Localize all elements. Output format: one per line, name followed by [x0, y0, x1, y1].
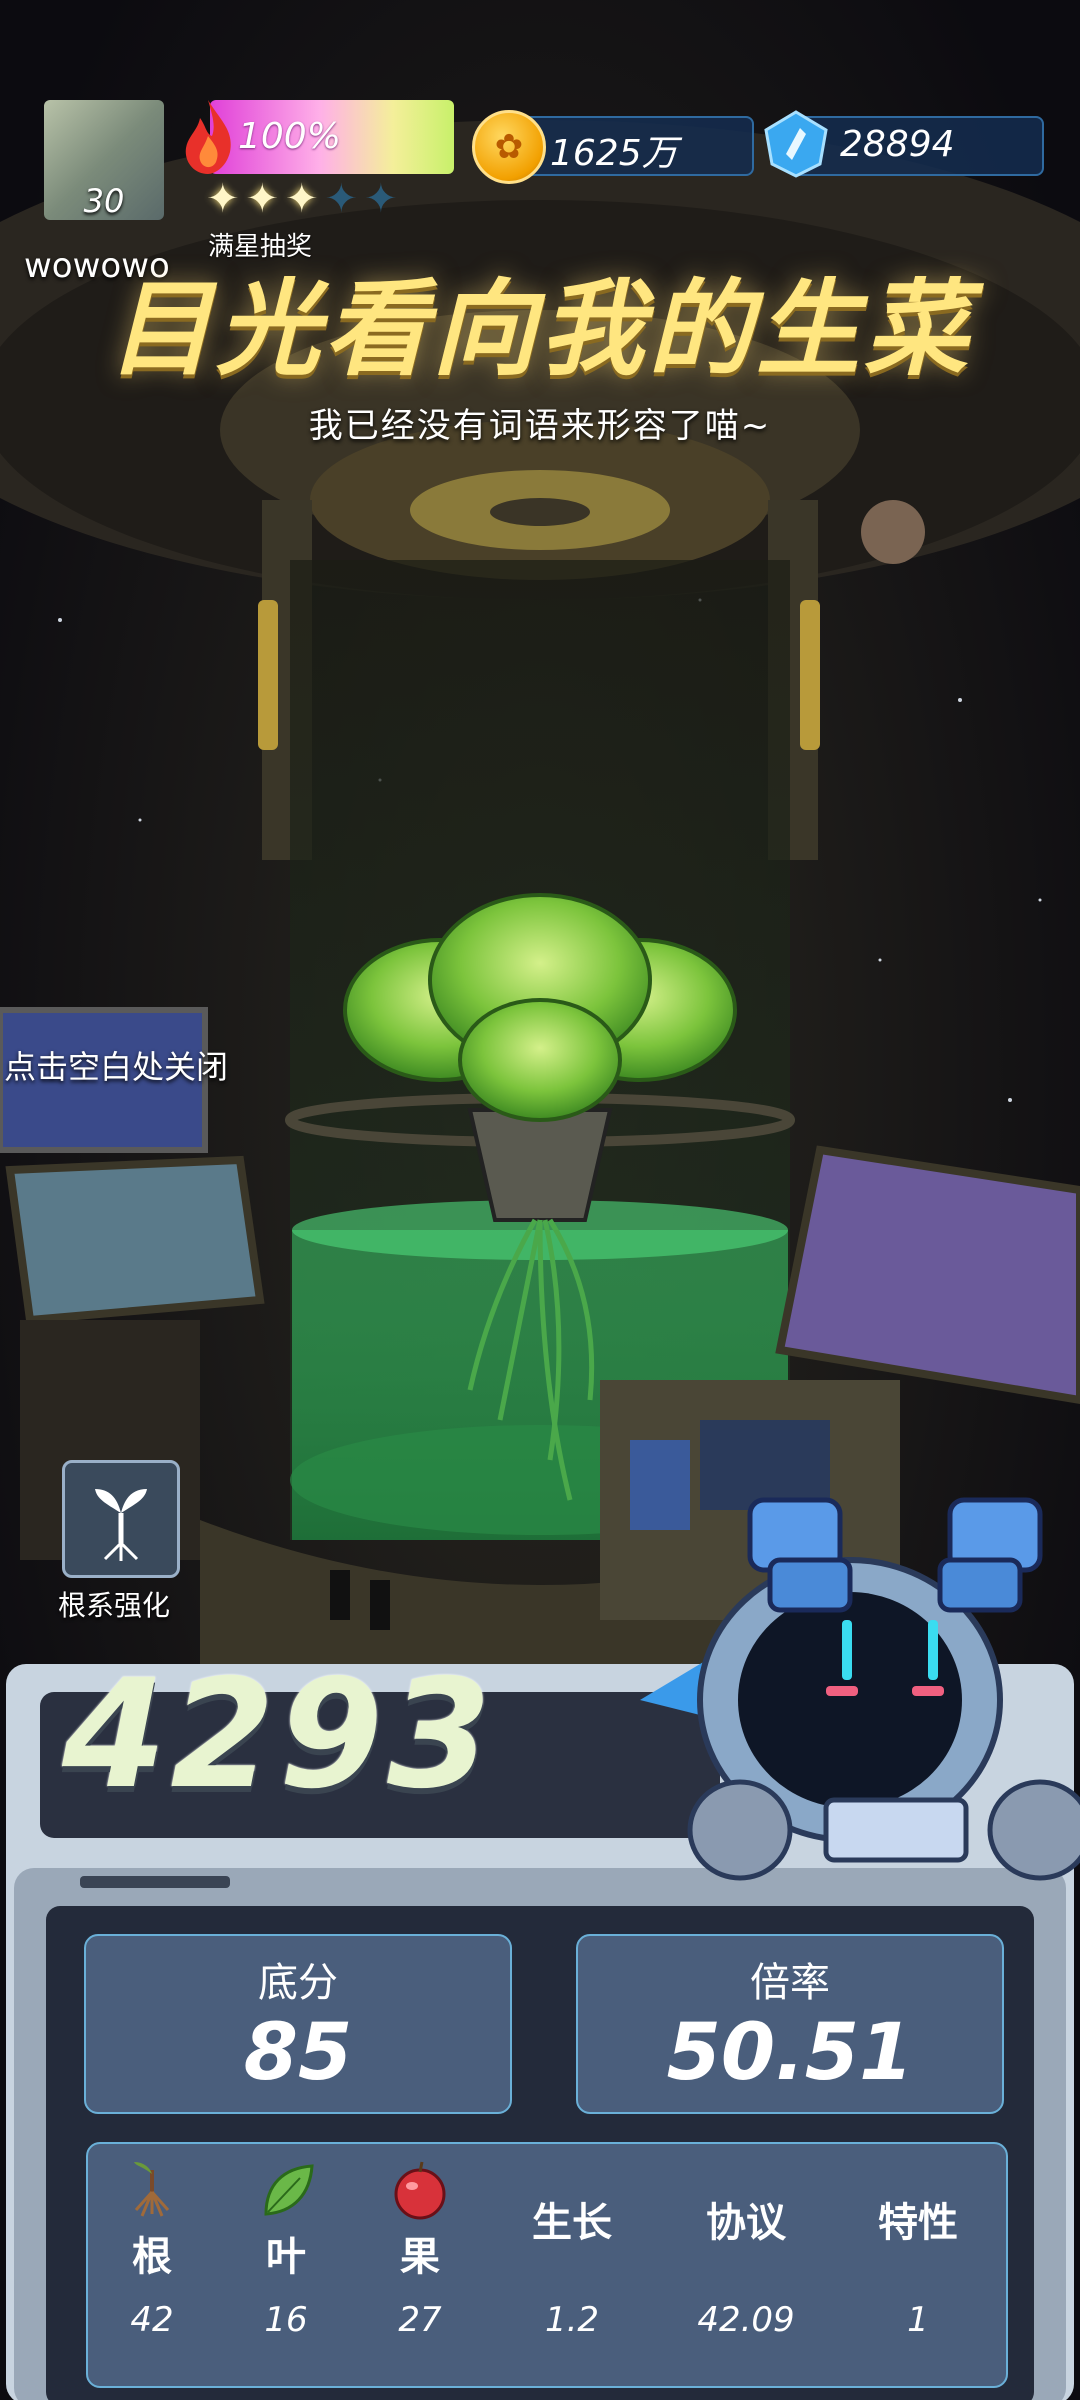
stat-root: 根 42	[82, 2160, 222, 2340]
root-boost-button[interactable]	[62, 1460, 180, 1578]
stat-fruit-value: 27	[398, 2300, 442, 2340]
multiplier-box: 倍率 50.51	[576, 1934, 1004, 2114]
tap-to-close-hint[interactable]: 点击空白处关闭	[4, 1042, 228, 1088]
energy-percent: 100%	[238, 116, 341, 157]
stat-fruit: 果 27	[350, 2160, 490, 2340]
stat-growth: 生长 1.2	[502, 2190, 642, 2340]
base-score-value: 85	[243, 2008, 353, 2098]
star-icon: ✦	[285, 176, 325, 222]
result-subtitle: 我已经没有词语来形容了喵~	[308, 406, 772, 446]
stat-protocol-label: 协议	[706, 2200, 786, 2246]
fruit-icon	[394, 2161, 446, 2220]
stat-root-value: 42	[130, 2300, 174, 2340]
sprout-icon	[95, 1489, 147, 1561]
gold-amount: 1625万	[550, 133, 678, 174]
root-icon	[134, 2162, 170, 2217]
gold-coin-icon: ✿	[472, 110, 546, 184]
stat-protocol-value: 42.09	[697, 2300, 795, 2340]
stat-growth-value: 1.2	[544, 2300, 600, 2340]
stat-trait-label: 特性	[878, 2200, 958, 2246]
stat-growth-label: 生长	[532, 2200, 612, 2246]
star-icon: ✦	[206, 176, 246, 222]
leaf-icon	[264, 2164, 314, 2216]
stat-fruit-label: 果	[400, 2234, 440, 2280]
star-empty-icon: ✦	[324, 176, 365, 222]
star-icon: ✦	[245, 176, 286, 222]
total-score: 4293	[62, 1648, 496, 1822]
stat-protocol: 协议 42.09	[676, 2190, 816, 2340]
stat-trait-value: 1	[907, 2300, 929, 2340]
stat-leaf: 叶 16	[216, 2160, 356, 2340]
star-empty-icon: ✦	[364, 176, 404, 222]
root-boost-label: 根系强化	[58, 1589, 171, 1622]
result-title: 目光看向我的生菜	[107, 268, 972, 390]
multiplier-value: 50.51	[666, 2008, 914, 2098]
player-level: 30	[83, 182, 125, 220]
flame-icon	[185, 100, 231, 174]
stat-leaf-label: 叶	[266, 2234, 306, 2280]
stat-trait: 特性 1	[848, 2190, 988, 2340]
base-score-box: 底分 85	[84, 1934, 512, 2114]
base-score-label: 底分	[258, 1960, 338, 2006]
stat-leaf-value: 16	[264, 2300, 308, 2340]
multiplier-label: 倍率	[750, 1960, 830, 2006]
stat-root-label: 根	[132, 2234, 172, 2280]
gem-amount: 28894	[840, 124, 955, 165]
gem-icon	[764, 110, 828, 178]
star-rating: ✦✦✦✦✦	[206, 176, 404, 222]
